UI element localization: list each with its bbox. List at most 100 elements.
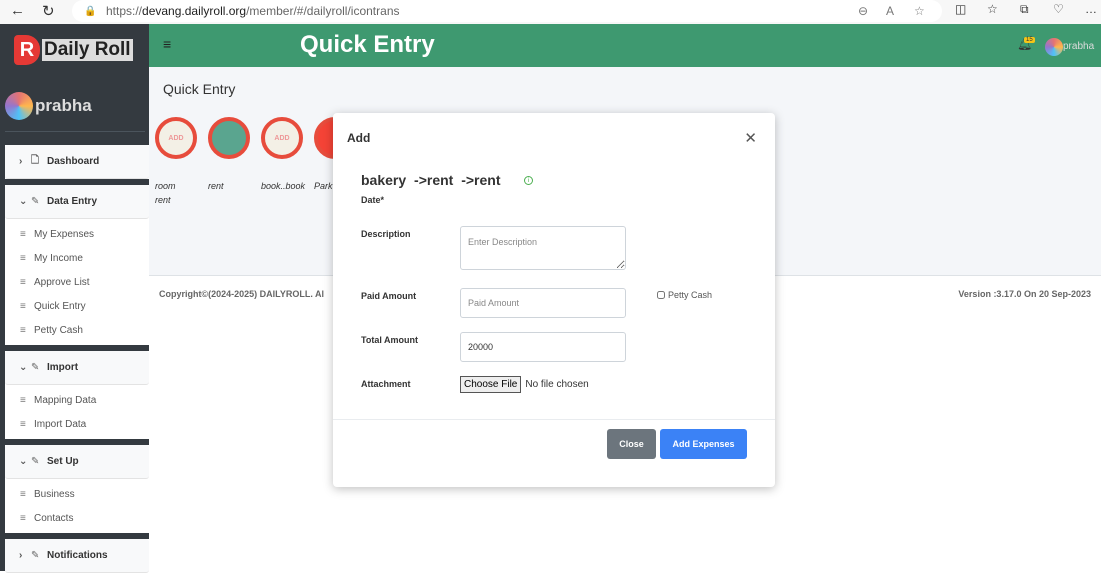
top-header: ≡ Quick Entry 🔔︎ 15 prabha — [149, 24, 1101, 67]
sidebar-item-my-income[interactable]: ≡ My Income — [5, 246, 149, 270]
sidebar-item-approve-list[interactable]: ≡ Approve List — [5, 270, 149, 294]
petty-cash-label: Petty Cash — [668, 290, 713, 300]
sidebar-item-contacts[interactable]: ≡ Contacts — [5, 506, 149, 530]
sidebar-group-label: Data Entry — [47, 196, 98, 207]
chevron-down-icon: ⌄ — [19, 196, 28, 207]
file-icon: 🗋 — [31, 155, 40, 166]
lock-icon: 🔒 — [84, 5, 97, 17]
pencil-icon: ✎ — [31, 550, 40, 561]
sidebar-group-data-entry[interactable]: ⌄ ✎ Data Entry — [5, 185, 149, 219]
pencil-icon: ✎ — [31, 456, 40, 467]
favorites-icon[interactable]: ☆ — [987, 2, 998, 16]
sidebar-item-my-expenses[interactable]: ≡ My Expenses — [5, 222, 149, 246]
list-icon: ≡ — [20, 276, 26, 288]
sidebar-group-label: Import — [47, 362, 79, 373]
add-expenses-button[interactable]: Add Expenses — [660, 429, 747, 459]
hamburger-menu-icon[interactable]: ≡ — [163, 36, 171, 52]
read-aloud-icon[interactable]: A — [886, 4, 894, 18]
user-name: prabha — [35, 96, 92, 115]
add-your-icon: ADD — [261, 117, 303, 159]
notification-badge: 15 — [1024, 37, 1035, 43]
sidebar-item-label: Import Data — [34, 418, 87, 430]
quick-entry-item[interactable]: ADD room rent — [155, 117, 205, 207]
description-label: Description — [361, 229, 411, 239]
browser-toolbar: ← ↻ 🔒 https://devang.dailyroll.org/membe… — [0, 0, 1101, 24]
list-icon: ≡ — [20, 324, 26, 336]
list-icon: ≡ — [20, 394, 26, 406]
copyright: Copyright©(2024-2025) DAILYROLL. Al — [159, 289, 324, 299]
sidebar-item-mapping-data[interactable]: ≡ Mapping Data — [5, 388, 149, 412]
file-status: No file chosen — [525, 379, 589, 390]
back-icon[interactable]: ← — [10, 2, 25, 19]
url-host: devang.dailyroll.org — [142, 4, 247, 18]
petty-cash-checkbox[interactable]: Petty Cash — [657, 290, 712, 300]
sidebar-item-dashboard[interactable]: › 🗋 Dashboard — [5, 145, 149, 179]
list-icon: ≡ — [20, 512, 26, 524]
list-icon: ≡ — [20, 252, 26, 264]
split-screen-icon[interactable]: ◫ — [955, 2, 966, 16]
category-path: bakery ->rent ->rent — [361, 172, 501, 188]
sidebar-group-set-up[interactable]: ⌄ ✎ Set Up — [5, 445, 149, 479]
sidebar-item-import-data[interactable]: ≡ Import Data — [5, 412, 149, 436]
collections-icon[interactable]: ⧉ — [1020, 2, 1029, 17]
list-icon: ≡ — [20, 418, 26, 430]
checkbox[interactable] — [657, 291, 665, 299]
zoom-icon[interactable]: ⊖ — [858, 4, 868, 18]
pencil-icon: ✎ — [31, 196, 40, 207]
quick-entry-item[interactable]: ADD book..book — [261, 117, 311, 193]
modal-title: Add — [347, 131, 371, 145]
chevron-down-icon: ⌄ — [19, 362, 28, 373]
quick-entry-item[interactable]: rent — [208, 117, 258, 193]
chevron-right-icon: › — [19, 156, 23, 167]
sidebar-item-label: Quick Entry — [34, 300, 86, 312]
quick-entry-label: room rent — [155, 181, 176, 205]
close-button[interactable]: Close — [607, 429, 656, 459]
close-icon[interactable]: ✕ — [744, 129, 757, 147]
url-prefix: https:// — [106, 4, 143, 18]
sidebar-user[interactable]: prabha — [5, 92, 92, 120]
sidebar-group-label: Set Up — [47, 456, 79, 467]
logo-text: Daily Roll — [42, 39, 133, 61]
browser-essentials-icon[interactable]: ♡ — [1053, 2, 1064, 16]
sidebar-item-label: Business — [34, 488, 75, 500]
total-amount-input[interactable] — [460, 332, 626, 362]
total-amount-label: Total Amount — [361, 335, 418, 345]
page-title: Quick Entry — [163, 81, 236, 97]
date-label: Date* — [361, 195, 385, 205]
header-user-name[interactable]: prabha — [1063, 41, 1094, 52]
divider — [333, 419, 775, 420]
favorite-star-icon[interactable]: ☆ — [914, 4, 925, 18]
sidebar-item-label: Dashboard — [47, 156, 100, 167]
sidebar-item-label: Contacts — [34, 512, 74, 524]
choose-file-button[interactable]: Choose File — [460, 376, 522, 393]
info-icon[interactable]: i — [524, 176, 533, 185]
refresh-icon[interactable]: ↻ — [42, 2, 55, 20]
list-icon: ≡ — [20, 300, 26, 312]
sidebar-item-notifications[interactable]: › ✎ Notifications — [5, 539, 149, 573]
books-icon — [208, 117, 250, 159]
chevron-down-icon: ⌄ — [19, 456, 28, 467]
sidebar-item-quick-entry[interactable]: ≡ Quick Entry — [5, 294, 149, 318]
sidebar-item-business[interactable]: ≡ Business — [5, 482, 149, 506]
paid-amount-label: Paid Amount — [361, 291, 417, 301]
quick-entry-label: rent — [208, 181, 224, 191]
sidebar-item-petty-cash[interactable]: ≡ Petty Cash — [5, 318, 149, 342]
logo[interactable]: R Daily Roll — [14, 35, 133, 65]
address-bar[interactable]: 🔒 https://devang.dailyroll.org/member/#/… — [72, 0, 942, 22]
sidebar-item-label: My Expenses — [34, 228, 95, 240]
add-your-icon: ADD — [155, 117, 197, 159]
header-avatar[interactable] — [1045, 38, 1063, 56]
divider — [5, 131, 145, 132]
sidebar-item-label: Approve List — [34, 276, 90, 288]
version: Version :3.17.0 On 20 Sep-2023 — [958, 289, 1091, 299]
add-modal: Add ✕ bakery ->rent ->rent i Date* Descr… — [333, 113, 775, 487]
url-path: /member/#/dailyroll/icontrans — [246, 4, 400, 18]
sidebar: R Daily Roll prabha › 🗋 Dashboard ⌄ ✎ Data E… — [0, 24, 149, 573]
sidebar-item-label: My Income — [34, 252, 83, 264]
header-title: Quick Entry — [300, 31, 435, 58]
file-input[interactable]: Choose File No file chosen — [460, 376, 589, 393]
paid-amount-input[interactable] — [460, 288, 626, 318]
description-input[interactable] — [460, 226, 626, 270]
sidebar-group-import[interactable]: ⌄ ✎ Import — [5, 351, 149, 385]
more-icon[interactable]: … — [1085, 2, 1097, 16]
